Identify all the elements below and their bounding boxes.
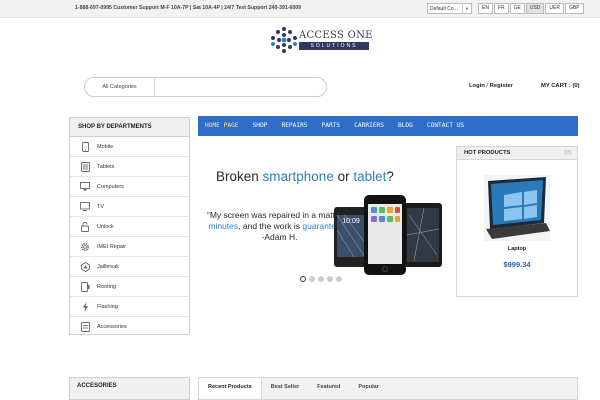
- lang-fr[interactable]: FR: [493, 3, 509, 14]
- main-nav: HOME PAGE SHOP REPAIRS PARTS CARRIERS BL…: [198, 116, 578, 136]
- phone-time: 10:09: [342, 218, 360, 225]
- login-link[interactable]: Login: [469, 83, 485, 89]
- dept-item-label: Mobile: [97, 143, 114, 150]
- nav-carriers[interactable]: CARRIERS: [347, 116, 391, 136]
- dept-item-label: Tablets: [97, 163, 115, 170]
- computer-icon: [80, 182, 90, 192]
- slider-dot-2[interactable]: [309, 276, 315, 282]
- gear-icon: [80, 242, 90, 252]
- slider-dot-3[interactable]: [318, 276, 324, 282]
- currency-usd[interactable]: USD: [525, 3, 545, 14]
- login-separator: /: [486, 83, 489, 89]
- tab-best-seller[interactable]: Best Seller: [262, 378, 308, 399]
- jailbreak-icon: [80, 261, 90, 272]
- slider-dot-5[interactable]: [336, 276, 342, 282]
- unlock-icon: [80, 221, 90, 232]
- tv-icon: [80, 202, 90, 212]
- banner-title: Broken smartphone or tablet?: [216, 169, 394, 184]
- dept-item-label: Computers: [97, 183, 124, 190]
- mobile-icon: [80, 141, 90, 152]
- rooting-icon: [80, 281, 90, 292]
- accessories-icon: [80, 322, 90, 332]
- dept-item-label: IMEI Repair: [97, 243, 127, 250]
- nav-blog[interactable]: BLOG: [391, 116, 420, 136]
- phones-image: 10:09: [334, 195, 442, 275]
- dept-item-label: Flashing: [97, 303, 118, 310]
- register-link[interactable]: Register: [490, 83, 513, 89]
- currency-gbp[interactable]: GBP: [564, 3, 584, 14]
- tab-featured[interactable]: Featured: [308, 378, 349, 399]
- nav-parts[interactable]: PARTS: [315, 116, 348, 136]
- dept-item-label: Jailbreak: [97, 263, 120, 270]
- lang-en[interactable]: EN: [478, 3, 493, 14]
- quote-author: -Adam H.: [261, 232, 298, 242]
- flash-icon: [80, 301, 90, 312]
- currency-uer[interactable]: UER: [545, 3, 564, 14]
- dept-item-label: TV: [97, 203, 105, 210]
- dept-item-label: Unlock: [97, 223, 114, 230]
- lang-ge[interactable]: GE: [509, 3, 525, 14]
- site-logo[interactable]: ACCESS ONE SOLUTIONS: [270, 25, 380, 55]
- nav-home-page[interactable]: HOME PAGE: [198, 116, 246, 136]
- dept-item-unlock[interactable]: Unlock: [70, 217, 189, 237]
- hot-products-counter: 1/5: [564, 150, 571, 156]
- chevron-down-icon: ▼: [462, 4, 471, 13]
- hot-products-title: HOT PRODUCTS 1/5: [457, 147, 577, 160]
- search-bar: All Categories: [84, 77, 327, 97]
- logo-dots-icon: [271, 27, 297, 53]
- tab-popular[interactable]: Popular: [349, 378, 387, 399]
- logo-wordmark: ACCESS ONE: [299, 30, 373, 41]
- hot-product-name[interactable]: Laptop: [457, 246, 577, 252]
- nav-contact-us[interactable]: CONTACT US: [420, 116, 471, 136]
- dept-item-jailbreak[interactable]: Jailbreak: [70, 257, 189, 277]
- support-text: 1-888-697-0995 Customer Support M-F 10A-…: [75, 5, 302, 11]
- laptop-product-image[interactable]: [482, 173, 552, 243]
- tablet-icon: [80, 161, 90, 172]
- dept-item-label: Rooting: [97, 283, 116, 290]
- nav-repairs[interactable]: REPAIRS: [274, 116, 314, 136]
- cart-link[interactable]: MY CART : (0): [541, 83, 580, 89]
- nav-shop[interactable]: SHOP: [246, 116, 275, 136]
- dept-item-imei-repair[interactable]: IMEI Repair: [70, 237, 189, 257]
- slider-dot-1[interactable]: [300, 276, 306, 282]
- dept-item-accessories[interactable]: Accessories: [70, 317, 189, 337]
- logo-subtitle: SOLUTIONS: [299, 42, 369, 50]
- accessories-title: ACCESORIES: [69, 377, 190, 400]
- hero-banner[interactable]: Broken smartphone or tablet? “My screen …: [198, 146, 448, 288]
- tab-recent-products[interactable]: Recent Products: [199, 378, 262, 399]
- store-select[interactable]: Default Co... ▼: [427, 3, 472, 14]
- dept-item-computers[interactable]: Computers: [70, 177, 189, 197]
- login-register: Login / Register: [469, 83, 513, 89]
- dept-item-flashing[interactable]: Flashing: [70, 297, 189, 317]
- slider-dot-4[interactable]: [327, 276, 333, 282]
- hot-product-price: $999.34: [503, 260, 531, 269]
- product-tabs: Recent Products Best Seller Featured Pop…: [198, 377, 578, 400]
- dept-item-tablets[interactable]: Tablets: [70, 157, 189, 177]
- dept-item-tv[interactable]: TV: [70, 197, 189, 217]
- dept-item-label: Accessories: [97, 324, 127, 330]
- dept-item-mobile[interactable]: Mobile: [70, 137, 189, 157]
- store-select-value: Default Co...: [430, 6, 458, 12]
- search-category-select[interactable]: All Categories: [85, 78, 155, 96]
- departments-title: SHOP BY DEPARTMENTS: [70, 118, 189, 137]
- search-input[interactable]: [157, 80, 317, 94]
- dept-item-rooting[interactable]: Rooting: [70, 277, 189, 297]
- language-currency-switcher: EN FR GE USD UER GBP: [478, 3, 584, 14]
- slider-dots: [300, 276, 342, 282]
- top-bar: 1-888-697-0995 Customer Support M-F 10A-…: [0, 0, 600, 18]
- hot-products-panel: HOT PRODUCTS 1/5 Laptop $999.34: [456, 146, 578, 297]
- departments-sidebar: SHOP BY DEPARTMENTS Mobile Tablets Compu…: [69, 117, 190, 335]
